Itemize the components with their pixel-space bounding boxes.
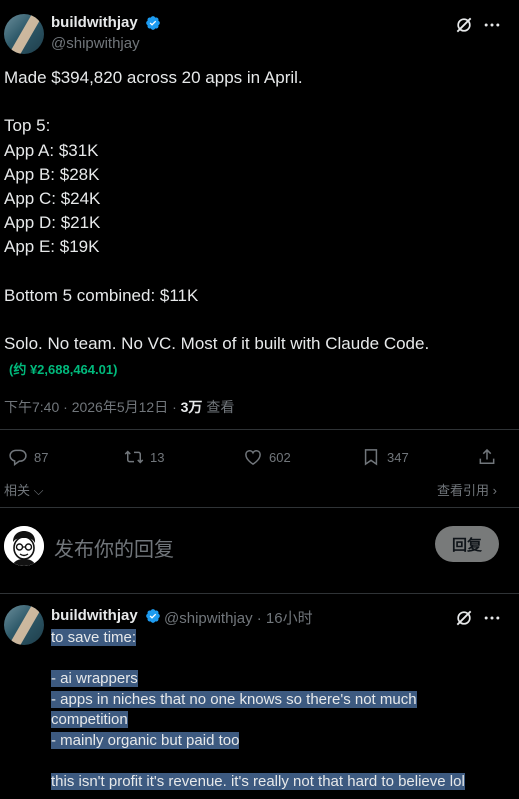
- reply-count: 87: [34, 449, 49, 465]
- bookmark-count: 347: [387, 449, 409, 465]
- reply-action[interactable]: 87: [8, 446, 48, 468]
- reply-input[interactable]: 发布你的回复: [54, 533, 174, 562]
- currency-translation: (约 ¥2,688,464.01): [9, 362, 118, 377]
- reply-line: to save time:: [51, 629, 137, 646]
- post-text: Made $394,820 across 20 apps in April. T…: [4, 68, 430, 354]
- grok-icon[interactable]: [454, 608, 474, 628]
- divider: [0, 429, 519, 430]
- repost-count: 13: [150, 449, 165, 465]
- views-label: 查看: [202, 399, 235, 415]
- divider: [0, 507, 519, 508]
- verified-badge-icon: [146, 16, 160, 30]
- reply-line: this isn't profit it's revenue. it's rea…: [51, 772, 465, 790]
- reply-line: [51, 751, 491, 772]
- views-count: 3万: [180, 399, 203, 415]
- author-handle[interactable]: @shipwithjay: [51, 35, 140, 52]
- reply-line: competition: [51, 711, 128, 728]
- author-display-name[interactable]: buildwithjay: [51, 14, 138, 31]
- reply-button[interactable]: 回复: [435, 526, 499, 562]
- more-icon[interactable]: [482, 608, 502, 628]
- current-user-avatar[interactable]: [4, 526, 44, 566]
- divider: [0, 593, 519, 594]
- repost-icon: [124, 450, 144, 464]
- reply-line: - ai wrappers: [51, 670, 138, 687]
- reply-line: [51, 649, 491, 670]
- bookmark-icon: [364, 449, 378, 466]
- post-timestamp[interactable]: 下午7:40 · 2026年5月12日 ·: [4, 399, 181, 415]
- repost-action[interactable]: 13: [124, 446, 164, 468]
- view-quotes-link[interactable]: 查看引用 ›: [437, 480, 497, 499]
- more-icon[interactable]: [482, 15, 502, 35]
- post-meta: 下午7:40 · 2026年5月12日 · 3万 查看: [4, 397, 234, 417]
- reply-line: - mainly organic but paid too: [51, 731, 240, 749]
- reply-author-name[interactable]: buildwithjay: [51, 607, 138, 624]
- bookmark-action[interactable]: 347: [361, 446, 409, 468]
- share-action[interactable]: [477, 446, 497, 468]
- author-avatar[interactable]: [4, 14, 44, 54]
- related-label: 相关: [4, 483, 31, 498]
- grok-icon[interactable]: [454, 15, 474, 35]
- view-quotes-label: 查看引用: [437, 483, 490, 498]
- chevron-down-icon: ⌵: [30, 483, 44, 498]
- like-action[interactable]: 602: [243, 446, 291, 468]
- like-count: 602: [269, 449, 291, 465]
- reply-line: - apps in niches that no one knows so th…: [51, 690, 417, 708]
- reply-text: to save time: - ai wrappers - apps in ni…: [51, 628, 491, 792]
- reply-author-avatar[interactable]: [4, 605, 44, 645]
- reply-icon: [9, 449, 27, 466]
- post-header: buildwithjay @shipwithjay: [0, 0, 519, 60]
- verified-badge-icon: [146, 609, 160, 623]
- related-menu[interactable]: 相关 ⌵: [4, 480, 43, 499]
- heart-icon: [245, 450, 261, 465]
- user-face-icon: [4, 526, 44, 566]
- reply-author-handle-time[interactable]: @shipwithjay · 16小时: [164, 607, 313, 628]
- share-icon: [479, 448, 495, 464]
- chevron-right-icon: ›: [489, 483, 497, 498]
